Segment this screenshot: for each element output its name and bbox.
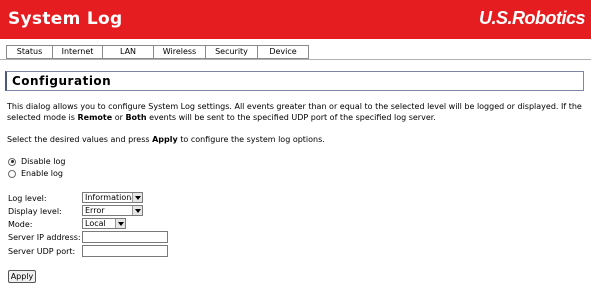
header-bar: System Log U.S.Robotics — [0, 0, 591, 39]
log-level-label: Log level: — [8, 194, 47, 203]
tab-lan[interactable]: LAN — [102, 45, 153, 59]
server-ip-input[interactable] — [82, 231, 168, 243]
tab-divider — [0, 59, 591, 60]
nav-tabs: Status Internet LAN Wireless Security De… — [6, 45, 309, 59]
instruction-part1: Select the desired values and press — [7, 135, 153, 144]
chevron-down-icon — [132, 193, 142, 202]
description-remote: Remote — [77, 113, 113, 122]
display-level-select[interactable]: Error — [82, 205, 143, 216]
tab-device[interactable]: Device — [257, 45, 309, 59]
server-port-label: Server UDP port: — [8, 247, 76, 256]
tab-internet[interactable]: Internet — [52, 45, 102, 59]
instruction-text: Select the desired values and press Appl… — [7, 134, 325, 145]
page-title: System Log — [8, 9, 123, 29]
disable-log-option[interactable]: Disable log — [8, 156, 65, 167]
tab-security[interactable]: Security — [205, 45, 257, 59]
chevron-down-icon — [115, 219, 125, 228]
disable-log-radio[interactable] — [8, 157, 16, 166]
section-title: Configuration — [12, 74, 112, 88]
instruction-apply: Apply — [152, 135, 178, 144]
server-port-input[interactable] — [82, 245, 168, 257]
enable-log-radio[interactable] — [8, 169, 16, 178]
tab-wireless[interactable]: Wireless — [153, 45, 205, 59]
enable-log-option[interactable]: Enable log — [8, 168, 63, 179]
instruction-part2: to configure the system log options. — [177, 135, 325, 144]
display-level-value: Error — [85, 206, 105, 215]
display-level-label: Display level: — [8, 207, 62, 216]
description-or: or — [112, 113, 126, 122]
server-ip-label: Server IP address: — [8, 233, 81, 242]
log-level-value: Informational — [85, 193, 139, 202]
brand-logo: U.S.Robotics — [478, 8, 586, 28]
enable-log-label: Enable log — [21, 169, 63, 178]
description-part2: events will be sent to the specified UDP… — [146, 113, 436, 122]
mode-label: Mode: — [8, 220, 33, 229]
mode-value: Local — [85, 219, 106, 228]
log-level-select[interactable]: Informational — [82, 192, 143, 203]
section-header: Configuration — [5, 71, 584, 91]
description-both: Both — [125, 113, 147, 122]
mode-select[interactable]: Local — [82, 218, 126, 229]
apply-button[interactable]: Apply — [8, 270, 36, 283]
description-text: This dialog allows you to configure Syst… — [7, 101, 587, 123]
chevron-down-icon — [132, 206, 142, 215]
tab-status[interactable]: Status — [6, 45, 52, 59]
disable-log-label: Disable log — [21, 157, 66, 166]
